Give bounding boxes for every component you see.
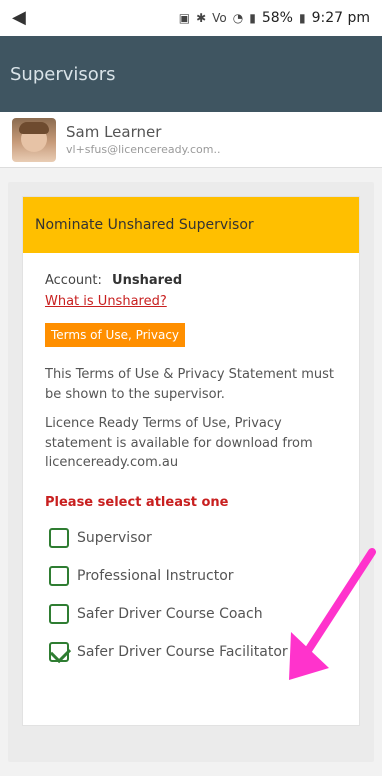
back-icon[interactable]: ◀ (12, 9, 26, 27)
option-supervisor[interactable]: Supervisor (45, 527, 345, 548)
signal-icon: ▮ (249, 11, 256, 25)
option-safer-driver-course-coach[interactable]: Safer Driver Course Coach (45, 603, 345, 624)
account-row: Account: Unshared (45, 273, 345, 290)
wifi-icon: ◔ (232, 11, 244, 25)
bottom-space (0, 762, 382, 776)
page-title: Supervisors (10, 63, 116, 85)
option-label: Safer Driver Course Facilitator (77, 643, 288, 660)
option-label: Supervisor (77, 529, 152, 546)
download-text: Licence Ready Terms of Use, Privacy stat… (45, 416, 313, 471)
account-value: Unshared (112, 273, 183, 288)
account-label: Account: (45, 273, 102, 288)
terms-text: This Terms of Use & Privacy Statement mu… (45, 367, 334, 402)
content-panel: Nominate Unshared Supervisor Account: Un… (8, 182, 374, 762)
user-name: Sam Learner (66, 123, 162, 141)
card-header: Nominate Unshared Supervisor (23, 197, 359, 253)
checkbox[interactable] (49, 603, 69, 624)
bluetooth-icon: ✱ (196, 11, 207, 25)
option-label: Safer Driver Course Coach (77, 605, 263, 622)
status-time: 9:27 pm (311, 10, 370, 26)
checkbox[interactable] (49, 527, 69, 548)
option-professional-instructor[interactable]: Professional Instructor (45, 565, 345, 586)
status-right-group: ▣ ✱ Vo ◔ ▮ 58% ▮ 9:27 pm (179, 10, 370, 26)
select-label: Please select atleast one (45, 494, 229, 510)
terms-badge[interactable]: Terms of Use, Privacy (45, 322, 186, 348)
option-label: Professional Instructor (77, 567, 234, 584)
status-bar: ◀ ▣ ✱ Vo ◔ ▮ 58% ▮ 9:27 pm (0, 0, 382, 36)
what-is-unshared-link[interactable]: What is Unshared? (45, 294, 167, 309)
user-text: Sam Learner vl+sfus@licenceready.com.. (66, 123, 221, 156)
checkbox-checked[interactable] (49, 641, 69, 662)
checkbox[interactable] (49, 565, 69, 586)
user-bar: Sam Learner vl+sfus@licenceready.com.. (0, 112, 382, 168)
volte-icon: Vo (212, 11, 227, 25)
user-email: vl+sfus@licenceready.com.. (66, 143, 221, 156)
avatar (12, 117, 56, 162)
nominate-card: Nominate Unshared Supervisor Account: Un… (22, 196, 360, 726)
screen-mirror-icon: ▣ (178, 11, 191, 25)
app-bar: Supervisors (0, 36, 382, 112)
battery-icon: ▮ (298, 11, 306, 25)
battery-percent: 58% (261, 10, 293, 26)
card-body: Account: Unshared What is Unshared? Term… (45, 273, 345, 662)
option-safer-driver-course-facilitator[interactable]: Safer Driver Course Facilitator (45, 641, 345, 662)
